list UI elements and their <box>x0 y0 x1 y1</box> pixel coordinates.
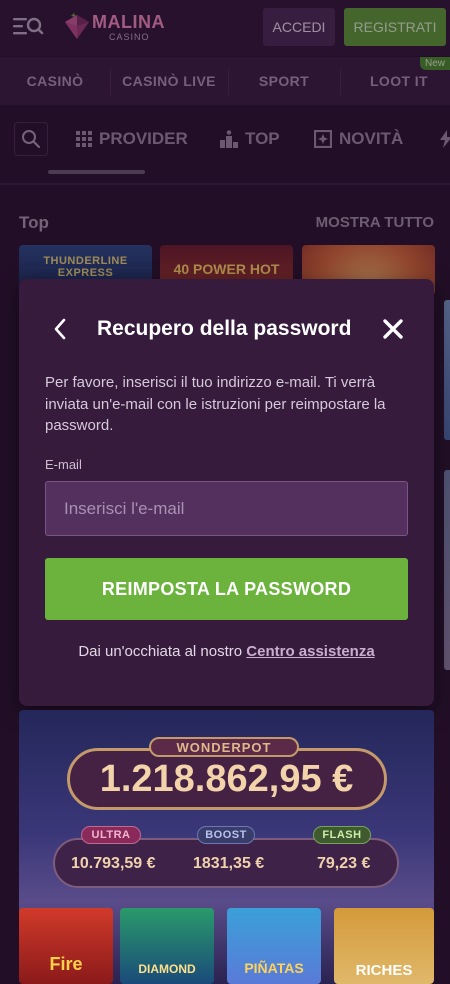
chevron-left-icon <box>54 318 66 340</box>
modal-title: Recupero della password <box>97 317 352 340</box>
boost-value: 1831,35 € <box>193 855 265 872</box>
password-recovery-modal: Recupero della password Per favore, inse… <box>19 279 434 706</box>
game-title: PIÑATAS <box>244 960 304 976</box>
game-thumbnail[interactable]: Fire <box>19 908 113 984</box>
help-line: Dai un'occhiata al nostro Centro assiste… <box>19 643 434 660</box>
game-title: Fire <box>49 954 83 974</box>
close-button[interactable] <box>380 315 406 343</box>
flash-pill: FLASH <box>313 826 371 844</box>
help-center-link[interactable]: Centro assistenza <box>246 643 374 660</box>
email-field[interactable] <box>45 481 408 536</box>
wonderpot-banner[interactable]: WONDERPOT 1.218.862,95 € ULTRA 10.793,59… <box>19 710 434 984</box>
close-icon <box>383 319 403 339</box>
reset-password-button[interactable]: REIMPOSTA LA PASSWORD <box>45 558 408 620</box>
back-button[interactable] <box>47 315 73 343</box>
game-title: DIAMOND <box>138 962 196 976</box>
wonderpot-badge: WONDERPOT <box>149 737 299 757</box>
jackpot-amount: 1.218.862,95 € <box>99 758 354 800</box>
game-thumbnail[interactable]: RICHES <box>334 908 434 984</box>
game-title: RICHES <box>355 962 413 979</box>
ultra-pill: ULTRA <box>81 826 141 844</box>
flash-value: 79,23 € <box>317 855 371 872</box>
ultra-value: 10.793,59 € <box>71 855 156 872</box>
help-text: Dai un'occhiata al nostro <box>78 643 243 660</box>
email-label: E-mail <box>45 457 82 472</box>
game-thumbnail[interactable]: DIAMOND <box>120 908 214 984</box>
boost-pill: BOOST <box>197 826 255 844</box>
game-thumbnail[interactable]: PIÑATAS <box>227 908 321 984</box>
modal-description: Per favore, inserisci il tuo indirizzo e… <box>45 374 386 434</box>
